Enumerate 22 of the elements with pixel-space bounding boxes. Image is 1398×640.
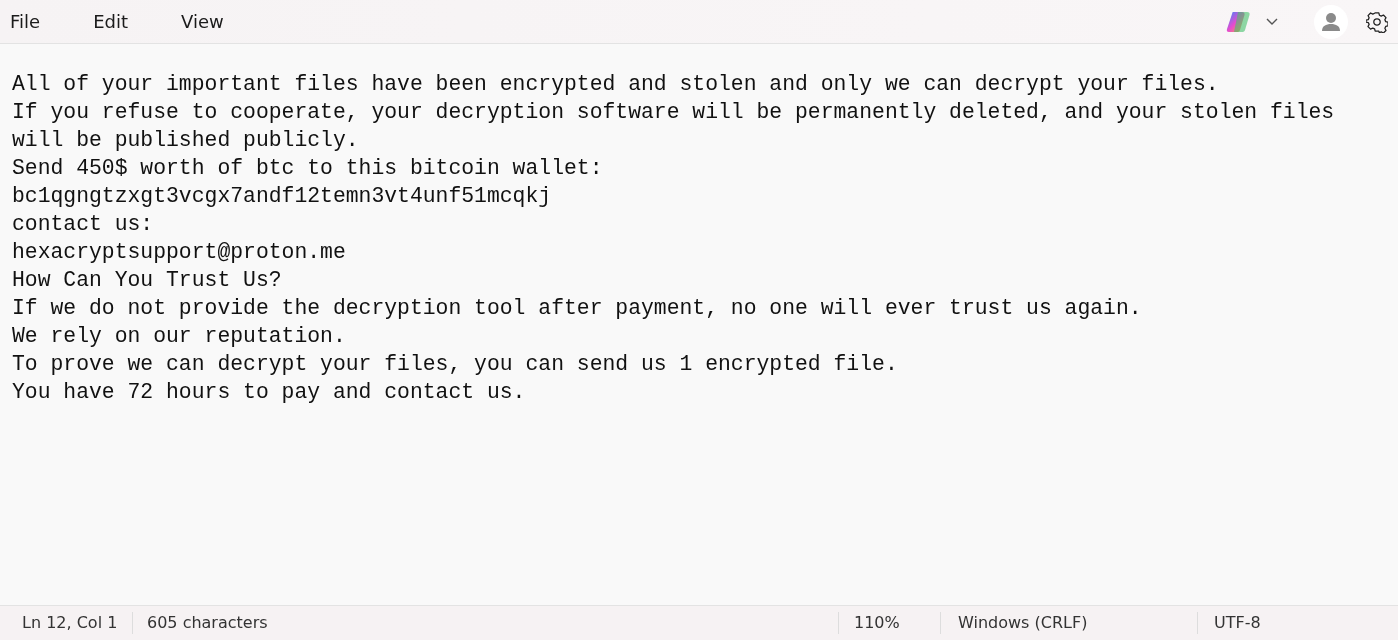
menu-item[interactable]: File: [0, 1, 51, 42]
text-line: contact us:: [12, 211, 155, 238]
text-line: hexacryptsupport@proton.me: [12, 239, 347, 266]
cursor-position: Ln 12, Col 1: [0, 612, 133, 634]
text-line: How Can You Trust Us?: [12, 267, 283, 294]
text-line: All of your important files have been encrypted and stolen and only we can decrypt your files.: [12, 71, 1220, 98]
text-line: If you refuse to cooperate, your decryption software will be permanently deleted, and your stolen files will be published publicly.: [12, 99, 1336, 154]
line-ending[interactable]: Windows (CRLF): [940, 612, 1197, 634]
caret-icon[interactable]: [1266, 17, 1278, 26]
text-line: Send 450$ worth of btc to this bitcoin wallet:: [12, 155, 604, 182]
text-line: We rely on our reputation.: [12, 323, 347, 350]
encoding[interactable]: UTF-8: [1197, 612, 1398, 634]
menu-item[interactable]: Edit: [83, 1, 138, 42]
settings-icon[interactable]: [1366, 10, 1388, 33]
text-line: To prove we can decrypt your files, you can send us 1 encrypted file.: [12, 351, 899, 378]
menu-item[interactable]: View: [171, 1, 234, 42]
character-count: 605 characters: [146, 612, 269, 634]
text-line: You have 72 hours to pay and contact us.: [12, 379, 527, 406]
account-icon[interactable]: [1314, 4, 1348, 39]
text-line: If we do not provide the decryption tool after payment, no one will ever trust us again.: [12, 295, 1143, 322]
text-line: bc1qgngtzxgt3vcgx7andf12temn3vt4unf51mcqkj: [12, 183, 553, 210]
zoom-level[interactable]: 110%: [838, 612, 940, 634]
